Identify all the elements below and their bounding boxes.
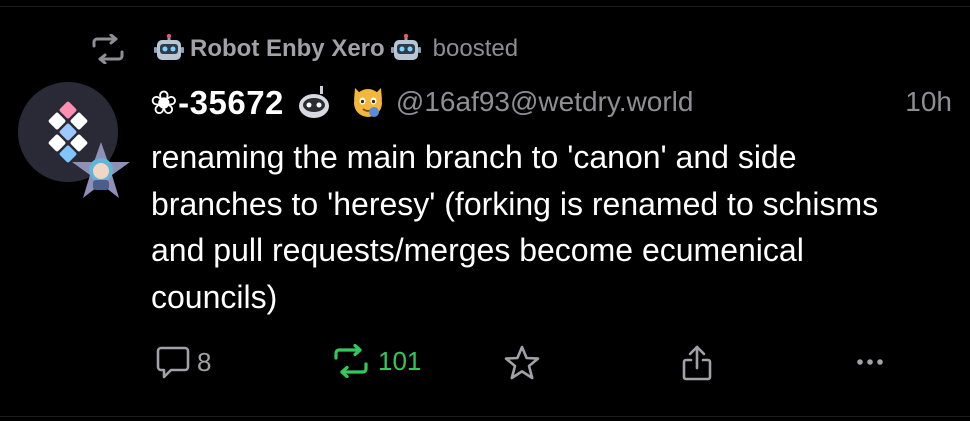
- reply-button[interactable]: 8: [155, 344, 211, 380]
- bottom-divider: [0, 416, 970, 417]
- boost-count: 101: [378, 345, 422, 376]
- action-bar: 8 101: [0, 340, 970, 390]
- share-icon: [682, 345, 712, 381]
- reply-count: 8: [197, 346, 212, 377]
- top-divider: [0, 6, 970, 7]
- booster-name[interactable]: Robot Enby Xero: [190, 35, 385, 63]
- favourite-button[interactable]: [503, 344, 541, 382]
- booster-avatar[interactable]: [70, 140, 132, 202]
- more-icon: [857, 359, 883, 365]
- boost-header[interactable]: Robot Enby Xero boosted: [88, 32, 518, 66]
- display-name[interactable]: ❀-35672: [150, 83, 284, 122]
- share-button[interactable]: [680, 344, 714, 382]
- robot-emoji-icon: [154, 34, 184, 60]
- reply-icon: [156, 346, 190, 379]
- robot-emoji-icon: [390, 34, 421, 60]
- post-time[interactable]: 10h: [905, 86, 952, 118]
- more-button[interactable]: [852, 344, 888, 380]
- boost-button[interactable]: 101: [330, 344, 421, 378]
- boost-icon: [334, 344, 368, 378]
- robot-emoji-icon: [298, 86, 329, 118]
- author-handle[interactable]: @16af93@wetdry.world: [396, 86, 694, 118]
- cat-emoji-icon: [353, 88, 382, 117]
- star-icon: [504, 345, 540, 380]
- post-header: ❀-35672 @16af93@wetdry.world 10h: [150, 80, 952, 124]
- boost-icon: [92, 34, 124, 64]
- boost-verb: boosted: [432, 35, 519, 62]
- post-content: renaming the main branch to 'canon' and …: [151, 139, 879, 315]
